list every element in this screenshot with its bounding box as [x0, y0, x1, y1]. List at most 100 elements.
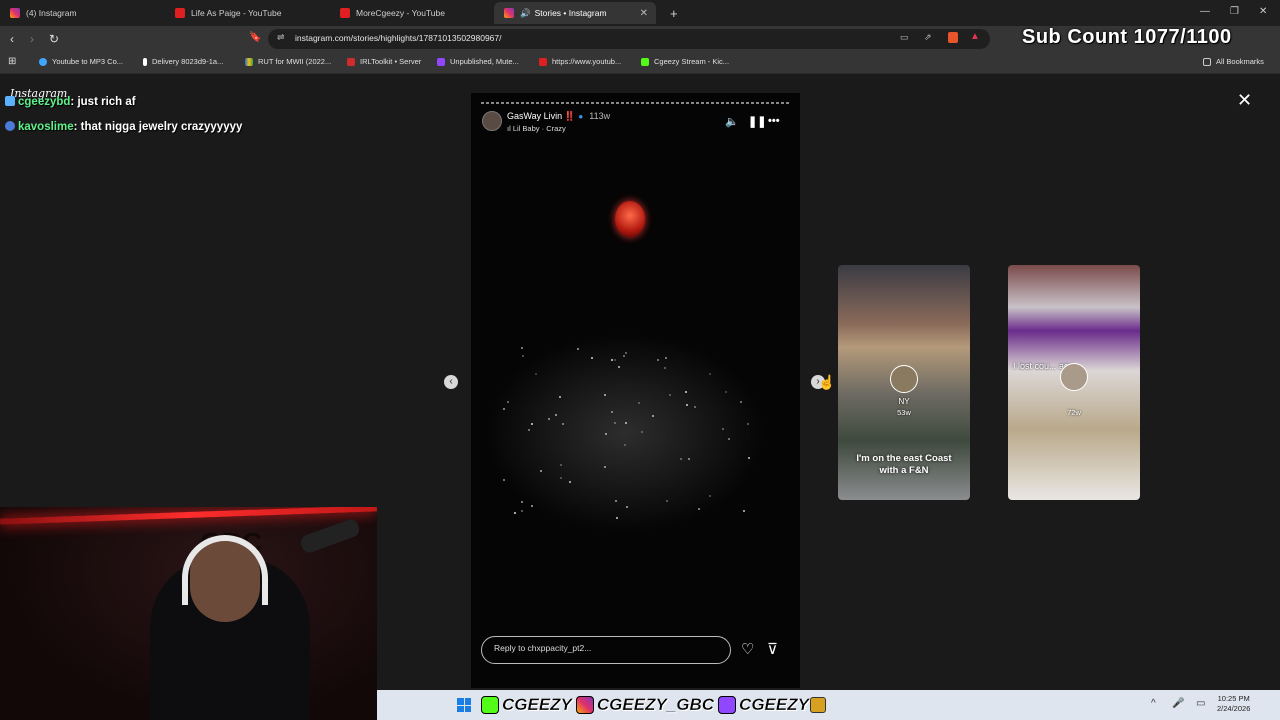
- sparkle: [535, 372, 538, 375]
- bookmark-label: Delivery 8023d9-1a...: [152, 57, 224, 66]
- restore-icon[interactable]: ❐: [1230, 6, 1239, 17]
- bookmark-item[interactable]: Delivery 8023d9-1a...: [143, 57, 223, 66]
- new-tab-button[interactable]: +: [660, 2, 680, 24]
- mute-icon[interactable]: 🔈: [725, 115, 739, 128]
- reply-field[interactable]: [481, 636, 731, 664]
- irltoolkit-icon: [347, 57, 355, 66]
- mouse-cursor-icon: ☝: [818, 374, 836, 390]
- streamer-webcam: GBC: [0, 507, 377, 720]
- sparkle: [625, 506, 628, 509]
- sparkle: [623, 443, 626, 446]
- pinned-app-icon[interactable]: [810, 697, 826, 713]
- bookmark-item[interactable]: IRLToolkit • Server: [347, 57, 421, 66]
- brave-shield-icon[interactable]: [948, 32, 958, 43]
- sparkle: [502, 407, 505, 410]
- instagram-handle: CGEEZY_GBC: [575, 695, 714, 715]
- close-viewer-icon[interactable]: ✕: [1237, 90, 1252, 111]
- preview-avatar: [1060, 363, 1088, 391]
- all-bookmarks[interactable]: All Bookmarks: [1203, 57, 1264, 66]
- folder-icon: [1203, 57, 1211, 66]
- sparkle: [666, 499, 669, 502]
- chat-text: just rich af: [77, 96, 136, 108]
- bookmark-item[interactable]: Unpublished, Mute...: [437, 57, 519, 66]
- forward-icon[interactable]: ›: [30, 32, 34, 46]
- handle-text: CGEEZY: [502, 695, 572, 714]
- bookmark-item[interactable]: Youtube to MP3 Co...: [39, 57, 123, 66]
- close-window-icon[interactable]: ✕: [1259, 6, 1267, 17]
- twitch-icon: [718, 696, 737, 714]
- sparkle: [725, 390, 728, 393]
- tab-stories-instagram[interactable]: 🔊 Stories • Instagram ✕: [494, 2, 656, 24]
- story-preview-ny[interactable]: NY 53w I'm on the east Coast with a F&N: [838, 265, 970, 500]
- author-avatar[interactable]: [482, 111, 502, 131]
- all-bookmarks-label: All Bookmarks: [1216, 57, 1264, 66]
- song-label[interactable]: Lil Baby · Crazy: [513, 124, 566, 133]
- story-author[interactable]: GasWay Livin ‼️ ● 113w: [507, 111, 610, 122]
- sparkle: [539, 470, 542, 473]
- rewards-icon[interactable]: ▲: [970, 31, 980, 42]
- instagram-icon: [504, 8, 514, 18]
- story-song[interactable]: ıl Lil Baby · Crazy: [507, 124, 566, 133]
- kick-icon: [481, 696, 499, 714]
- instagram-icon: [10, 8, 20, 18]
- more-options-icon[interactable]: •••: [768, 115, 780, 127]
- sparkle: [727, 438, 730, 441]
- tab-life-as-paige[interactable]: Life As Paige - YouTube: [165, 2, 330, 24]
- speaker-icon: 🔊: [520, 7, 531, 18]
- sparkle: [613, 359, 616, 362]
- author-name[interactable]: GasWay Livin: [507, 111, 562, 121]
- reply-input[interactable]: [494, 643, 714, 653]
- sparkle: [618, 365, 621, 368]
- send-icon[interactable]: ⊽: [767, 640, 778, 658]
- sparkle: [708, 494, 711, 497]
- bookmark-item[interactable]: https://www.youtub...: [539, 57, 621, 66]
- sparkle: [613, 422, 616, 425]
- apps-grid-icon[interactable]: ⊞: [8, 56, 16, 67]
- sparkle: [722, 427, 725, 430]
- led-strip: [0, 507, 377, 525]
- heart-icon[interactable]: ♡: [741, 640, 754, 658]
- sparkle: [610, 410, 613, 413]
- s-icon: [143, 57, 147, 66]
- network-icon[interactable]: ▭: [1196, 698, 1205, 709]
- bookmark-icon[interactable]: 🔖: [249, 32, 261, 43]
- browser-tab-bar: (4) Instagram Life As Paige - YouTube Mo…: [0, 0, 1280, 26]
- story-preview-jewelry[interactable]: I lost cou... ago 72w: [1008, 265, 1140, 500]
- sparkle: [603, 394, 606, 397]
- tab-morecgeezy[interactable]: MoreCgeezy - YouTube: [330, 2, 495, 24]
- windows-start-icon[interactable]: [457, 698, 471, 712]
- sparkle: [520, 501, 523, 504]
- mic-icon[interactable]: 🎤: [1172, 698, 1184, 709]
- bookmark-item[interactable]: RUT for MWII (2022...: [245, 57, 331, 66]
- bookmark-item[interactable]: Cgeezy Stream - Kic...: [641, 57, 729, 66]
- system-clock[interactable]: 10:25 PM 2/24/2026: [1217, 694, 1250, 714]
- previous-story-button[interactable]: ‹: [444, 375, 458, 389]
- drive-icon: [245, 57, 253, 66]
- tab-label: (4) Instagram: [26, 8, 77, 18]
- chevron-up-icon[interactable]: ^: [1151, 698, 1156, 709]
- sparkle: [559, 463, 562, 466]
- tab-instagram[interactable]: (4) Instagram: [0, 2, 165, 24]
- sparkle: [623, 354, 626, 357]
- reload-icon[interactable]: ↻: [49, 32, 59, 46]
- close-tab-icon[interactable]: ✕: [640, 8, 648, 19]
- url-text[interactable]: instagram.com/stories/highlights/1787101…: [295, 33, 502, 43]
- sparkle: [520, 509, 523, 512]
- red-light: [615, 201, 645, 237]
- minimize-icon[interactable]: —: [1200, 6, 1210, 17]
- preview-age: 72w: [1067, 408, 1081, 417]
- back-icon[interactable]: ‹: [10, 32, 14, 46]
- share-icon[interactable]: ⇗: [924, 32, 932, 43]
- pause-icon[interactable]: ❚❚: [748, 115, 766, 128]
- site-info-icon[interactable]: ⇌: [277, 32, 285, 43]
- microphone: [298, 517, 362, 555]
- story-card[interactable]: GasWay Livin ‼️ ● 113w ıl Lil Baby · Crazy …: [471, 93, 800, 688]
- cast-icon[interactable]: ▭: [900, 32, 909, 43]
- address-bar[interactable]: ⇌ instagram.com/stories/highlights/17871…: [268, 29, 990, 49]
- sparkle: [560, 476, 563, 479]
- chat-message: cgeezybd: just rich af: [5, 96, 136, 108]
- bookmarks-bar: ⊞ Youtube to MP3 Co... Delivery 8023d9-1…: [0, 52, 1280, 74]
- preview-avatar: [890, 365, 918, 393]
- bookmark-label: Youtube to MP3 Co...: [52, 57, 124, 66]
- sparkle: [590, 356, 593, 359]
